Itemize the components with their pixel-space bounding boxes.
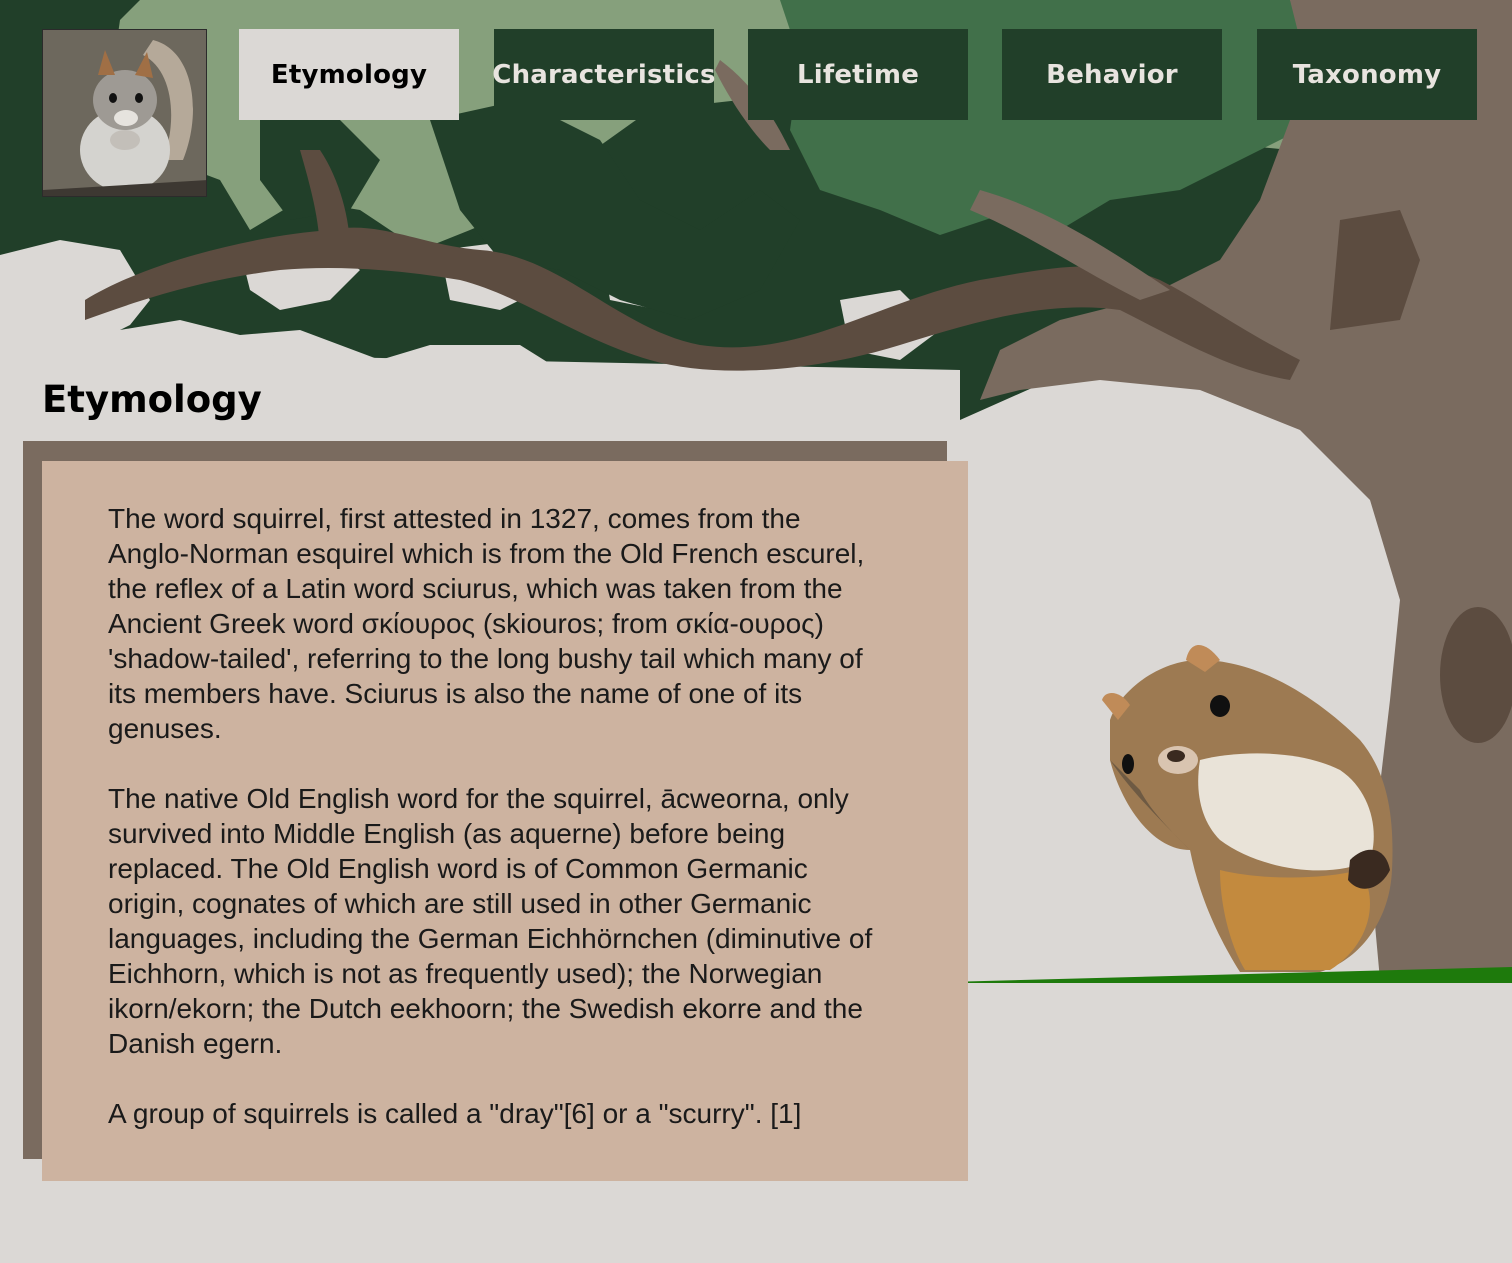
paragraph: A group of squirrels is called a "dray"[… (108, 1098, 802, 1129)
etymology-panel: The word squirrel, first attested in 132… (42, 461, 968, 1181)
page-title: Etymology (42, 378, 262, 421)
tab-taxonomy[interactable]: Taxonomy (1257, 29, 1477, 120)
grass-line (910, 967, 1512, 983)
tab-lifetime[interactable]: Lifetime (748, 29, 968, 120)
tab-characteristics[interactable]: Characteristics (492, 29, 716, 120)
tab-etymology[interactable]: Etymology (239, 29, 459, 120)
tab-behavior[interactable]: Behavior (1002, 29, 1222, 120)
peeking-squirrel (1102, 645, 1393, 972)
squirrel-photo (43, 30, 206, 196)
paragraph: The word squirrel, first attested in 132… (108, 503, 865, 744)
paragraph: The native Old English word for the squi… (108, 783, 873, 1059)
squirrel-logo[interactable] (42, 29, 207, 197)
